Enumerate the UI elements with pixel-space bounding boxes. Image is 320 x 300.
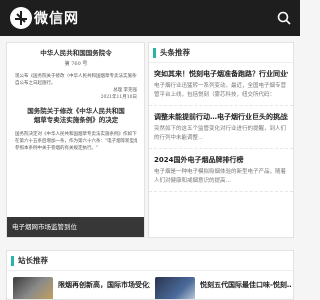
news-item[interactable]: 2024国外电子烟品牌排行榜 电子烟是一种电子模拟吸烟体验的新型电子产品，随着人… [149, 149, 293, 192]
thumbnail-image[interactable] [13, 277, 53, 299]
site-name[interactable]: 微信网 [34, 8, 79, 28]
doc-line: 参照本条例中关于卷烟的有关规定执行。" [15, 146, 99, 151]
search-icon[interactable] [277, 11, 291, 25]
news-title[interactable]: 调整未能提前行动…电子烟行业巨头的挑战来了 [154, 112, 288, 122]
section-header: 头条推荐 [149, 43, 293, 63]
news-title[interactable]: 2024国外电子烟品牌排行榜 [154, 155, 288, 165]
recommend-title[interactable]: 限烟再创新高，国际市场受化为… [58, 280, 150, 299]
doc-line: 国务院决定对《中华人民共和国烟草专卖法实施条例》作如下修改： [15, 132, 137, 137]
doc-title-2: 国务院关于修改《中华人民共和国 烟草专卖法实施条例》的决定 [15, 107, 137, 125]
featured-article[interactable]: 中华人民共和国国务院令 第 760 号 现公布《国务院关于修改〈中华人民共和国烟… [6, 42, 145, 238]
doc-line: 自公布之日起施行。 [15, 81, 56, 86]
doc-number: 第 760 号 [64, 61, 88, 67]
recommend-panel: 站长推荐 限烟再创新高，国际市场受化为… 悦刻五代国际最佳口味-悦刻… [6, 250, 294, 300]
section-header: 站长推荐 [7, 251, 293, 271]
accent-bar [153, 47, 156, 58]
accent-bar [11, 255, 14, 266]
news-item[interactable]: 突如其来！悦刻电子烟准备跑路？行业同业俱乐… 电子烟行业迅猛转一系列变动，最近，… [149, 63, 293, 106]
logo-icon[interactable] [8, 5, 34, 31]
news-item[interactable]: 调整未能提前行动…电子烟行业巨头的挑战来了 突然如下的这五个监管变化对行业进行的… [149, 106, 293, 149]
section-title: 头条推荐 [160, 48, 190, 57]
recommend-card[interactable]: 限烟再创新高，国际市场受化为… [13, 277, 150, 299]
news-summary: 突然如下的这五个监管变化对行业进行的提醒，到人们的行列中未能调整… [154, 126, 287, 141]
headline-panel: 头条推荐 突如其来！悦刻电子烟准备跑路？行业同业俱乐… 电子烟行业迅猛转一系列变… [148, 42, 294, 238]
doc-title-2-line: 国务院关于修改《中华人民共和国 [27, 107, 125, 115]
doc-title: 中华人民共和国国务院令 [40, 49, 112, 57]
news-summary: 电子烟行业迅猛转一系列变动，最近，全国电子烟专营管平台上线，包括悦刻（雾芯科技，… [154, 83, 287, 98]
doc-line: 现公布《国务院关于修改〈中华人民共和国烟草专卖法实施条例〉的决定》， [15, 74, 137, 79]
thumbnail-image[interactable] [155, 277, 195, 299]
doc-sign: 总理 李克强 [113, 88, 137, 93]
doc-line: 在第六十五条后增加一条，作为第六十六条："电子烟等新型烟草制品 [15, 139, 137, 144]
doc-date: 2021年11月10日 [100, 95, 137, 100]
news-title[interactable]: 突如其来！悦刻电子烟准备跑路？行业同业俱乐… [154, 69, 288, 79]
doc-title-2-line: 烟草专卖法实施条例》的决定 [33, 116, 119, 124]
news-summary: 电子烟是一种电子模拟吸烟体验的新型电子产品，随着人们对健康和戒烟意识的提高… [154, 169, 287, 184]
recommend-title[interactable]: 悦刻五代国际最佳口味-悦刻… [200, 280, 292, 299]
recommend-card[interactable]: 悦刻五代国际最佳口味-悦刻… [155, 277, 292, 299]
featured-caption[interactable]: 电子烟网市场监管到位 [7, 217, 144, 237]
section-title: 站长推荐 [18, 256, 48, 265]
site-header: 微信网 [0, 0, 300, 36]
document-image: 中华人民共和国国务院令 第 760 号 现公布《国务院关于修改〈中华人民共和国烟… [15, 49, 137, 152]
